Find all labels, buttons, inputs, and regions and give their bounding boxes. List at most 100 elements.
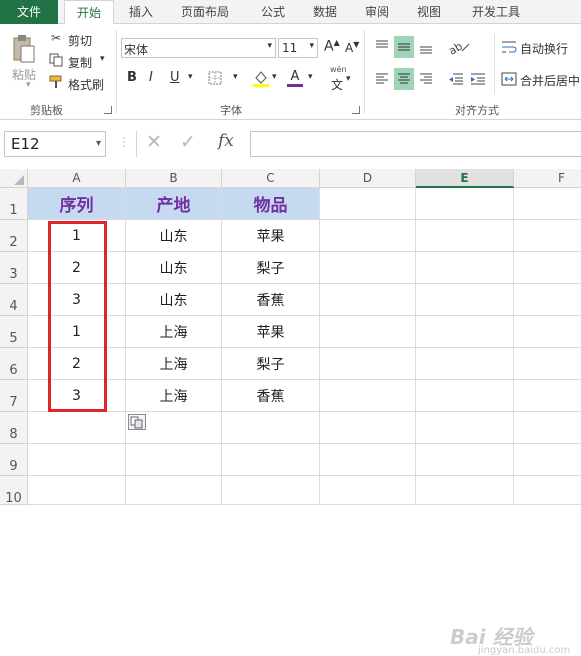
paste-options-icon[interactable] [128, 414, 146, 430]
tab-home[interactable]: 开始 [64, 0, 114, 25]
paste-dropdown-icon[interactable]: ▾ [26, 80, 31, 90]
copy-dropdown-icon[interactable]: ▾ [100, 54, 105, 64]
cut-button[interactable]: 剪切 [68, 32, 92, 49]
tab-file[interactable]: 文件 [0, 0, 58, 24]
table-cell[interactable]: 上海 [126, 380, 222, 412]
cell[interactable] [320, 412, 416, 444]
row-header-6[interactable]: 6 [0, 348, 28, 380]
top-align-icon[interactable] [372, 36, 392, 58]
cell[interactable] [514, 252, 581, 284]
select-all-corner[interactable] [0, 169, 28, 188]
table-cell[interactable]: 上海 [126, 316, 222, 348]
cell[interactable] [320, 348, 416, 380]
font-color-dropdown-icon[interactable]: ▾ [308, 72, 313, 82]
cell[interactable] [514, 284, 581, 316]
cell[interactable] [416, 476, 514, 505]
italic-button[interactable]: I [149, 70, 153, 85]
table-cell[interactable]: 梨子 [222, 252, 320, 284]
phonetic-dropdown-icon[interactable]: ▾ [346, 74, 351, 84]
column-header-e[interactable]: E [416, 169, 514, 188]
font-size-select[interactable]: 11 ▾ [278, 38, 318, 58]
table-cell[interactable]: 上海 [126, 348, 222, 380]
grow-font-button[interactable]: A▲ [324, 38, 340, 55]
cell[interactable] [126, 476, 222, 505]
table-cell[interactable]: 山东 [126, 284, 222, 316]
increase-indent-icon[interactable] [468, 68, 488, 90]
scissors-icon[interactable]: ✂ [48, 30, 64, 46]
orientation-icon[interactable]: ab [446, 36, 472, 58]
tab-page-layout[interactable]: 页面布局 [172, 0, 238, 24]
row-header-9[interactable]: 9 [0, 444, 28, 476]
cell[interactable] [416, 284, 514, 316]
decrease-indent-icon[interactable] [446, 68, 466, 90]
tab-formulas[interactable]: 公式 [250, 0, 296, 24]
merge-center-icon[interactable] [500, 70, 518, 88]
insert-function-icon[interactable]: fx [218, 131, 234, 151]
cell[interactable] [320, 316, 416, 348]
column-header-b[interactable]: B [126, 169, 222, 188]
cell[interactable] [416, 348, 514, 380]
cell[interactable] [416, 252, 514, 284]
worksheet-grid[interactable]: A B C D E F 1 2 3 4 5 6 7 8 9 10 序列 产地 物… [0, 169, 581, 656]
chevron-down-icon[interactable]: ▾ [96, 132, 101, 156]
align-left-icon[interactable] [372, 68, 392, 90]
cell[interactable] [514, 348, 581, 380]
cell[interactable] [514, 476, 581, 505]
cell[interactable] [514, 316, 581, 348]
formula-input[interactable] [250, 131, 581, 157]
chevron-down-icon[interactable]: ▾ [267, 41, 272, 51]
wrap-text-icon[interactable] [500, 38, 518, 56]
cell[interactable] [320, 188, 416, 220]
table-cell[interactable]: 香蕉 [222, 284, 320, 316]
row-header-7[interactable]: 7 [0, 380, 28, 412]
row-header-1[interactable]: 1 [0, 188, 28, 220]
cell[interactable] [514, 188, 581, 220]
cell[interactable] [416, 316, 514, 348]
table-cell[interactable]: 苹果 [222, 220, 320, 252]
table-cell[interactable]: 梨子 [222, 348, 320, 380]
cell[interactable] [222, 476, 320, 505]
row-header-4[interactable]: 4 [0, 284, 28, 316]
cell[interactable] [320, 380, 416, 412]
borders-dropdown-icon[interactable]: ▾ [233, 72, 238, 82]
chevron-down-icon[interactable]: ▾ [309, 41, 314, 51]
bold-button[interactable]: B [127, 70, 137, 85]
table-cell[interactable]: 香蕉 [222, 380, 320, 412]
clipboard-dialog-launcher-icon[interactable] [104, 106, 112, 114]
font-name-select[interactable]: 宋体 ▾ [121, 38, 276, 58]
cell[interactable] [320, 284, 416, 316]
cell[interactable] [514, 412, 581, 444]
cell[interactable] [28, 444, 126, 476]
phonetic-guide-icon[interactable]: 文 [331, 76, 343, 93]
row-header-10[interactable]: 10 [0, 476, 28, 506]
name-box[interactable]: E12 ▾ [4, 131, 106, 157]
cell[interactable] [28, 412, 126, 444]
format-painter-button[interactable]: 格式刷 [68, 76, 104, 93]
cell[interactable] [126, 444, 222, 476]
table-header-cell[interactable]: 物品 [222, 188, 320, 220]
font-color-icon[interactable]: A [286, 68, 304, 88]
column-header-f[interactable]: F [514, 169, 581, 188]
enter-icon[interactable]: ✓ [180, 131, 196, 153]
shrink-font-button[interactable]: A▼ [345, 40, 359, 55]
cell[interactable] [416, 444, 514, 476]
phonetic-guide-top[interactable]: wén [330, 65, 347, 74]
format-painter-icon[interactable] [48, 74, 64, 90]
cell[interactable] [514, 380, 581, 412]
table-cell[interactable]: 山东 [126, 220, 222, 252]
borders-icon[interactable] [207, 70, 223, 86]
row-header-5[interactable]: 5 [0, 316, 28, 348]
paste-label[interactable]: 粘贴 [12, 66, 36, 83]
cell[interactable] [320, 252, 416, 284]
cell[interactable] [320, 476, 416, 505]
cell[interactable] [222, 444, 320, 476]
copy-icon[interactable] [48, 52, 64, 68]
cell[interactable] [222, 412, 320, 444]
underline-dropdown-icon[interactable]: ▾ [188, 72, 193, 82]
align-center-icon[interactable] [394, 68, 414, 90]
table-header-cell[interactable]: 产地 [126, 188, 222, 220]
tab-insert[interactable]: 插入 [118, 0, 164, 24]
cell[interactable] [320, 444, 416, 476]
row-header-3[interactable]: 3 [0, 252, 28, 284]
copy-button[interactable]: 复制 [68, 54, 92, 71]
